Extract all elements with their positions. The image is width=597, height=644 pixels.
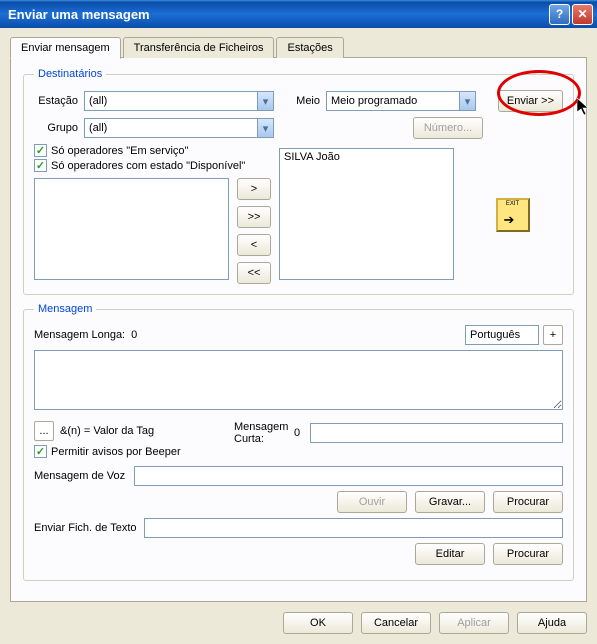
group-combo-value: (all) bbox=[85, 122, 257, 134]
help-titlebar-button[interactable]: ? bbox=[549, 4, 570, 25]
voice-message-label: Mensagem de Voz bbox=[34, 470, 134, 482]
source-listbox[interactable] bbox=[34, 178, 229, 280]
medium-combo-value: Meio programado bbox=[327, 95, 459, 107]
short-message-label: Mensagem Curta: bbox=[234, 421, 294, 445]
recipients-group: Destinatários Estação (all) ▾ Meio Meio … bbox=[23, 68, 574, 295]
record-button[interactable]: Gravar... bbox=[415, 491, 485, 513]
send-button[interactable]: Enviar >> bbox=[498, 90, 563, 112]
only-available-label: Só operadores com estado "Disponível" bbox=[51, 160, 245, 172]
destination-listbox[interactable]: SILVA João bbox=[279, 148, 454, 280]
number-button[interactable]: Número... bbox=[413, 117, 483, 139]
beeper-label: Permitir avisos por Beeper bbox=[51, 446, 181, 458]
list-item[interactable]: SILVA João bbox=[284, 151, 449, 163]
chevron-down-icon: ▾ bbox=[459, 92, 475, 110]
station-combo-value: (all) bbox=[85, 95, 257, 107]
only-in-service-checkbox[interactable]: ✓ bbox=[34, 144, 47, 157]
short-message-input[interactable] bbox=[310, 423, 563, 443]
language-combo[interactable]: Português bbox=[465, 325, 539, 345]
move-left-button[interactable]: < bbox=[237, 234, 271, 256]
help-button[interactable]: Ajuda bbox=[517, 612, 587, 634]
only-available-checkbox[interactable]: ✓ bbox=[34, 159, 47, 172]
language-value: Português bbox=[466, 329, 538, 341]
text-file-input[interactable] bbox=[144, 518, 563, 538]
browse-text-button[interactable]: Procurar bbox=[493, 543, 563, 565]
beeper-checkbox[interactable]: ✓ bbox=[34, 445, 47, 458]
apply-button[interactable]: Aplicar bbox=[439, 612, 509, 634]
group-combo[interactable]: (all) ▾ bbox=[84, 118, 274, 138]
title-bar: Enviar uma mensagem ? ✕ bbox=[0, 0, 597, 28]
move-buttons: > >> < << bbox=[237, 178, 271, 284]
move-all-right-button[interactable]: >> bbox=[237, 206, 271, 228]
station-label: Estação bbox=[34, 95, 84, 107]
listen-button[interactable]: Ouvir bbox=[337, 491, 407, 513]
edit-button[interactable]: Editar bbox=[415, 543, 485, 565]
recipients-legend: Destinatários bbox=[34, 68, 106, 80]
tag-picker-button[interactable]: ... bbox=[34, 421, 54, 441]
station-combo[interactable]: (all) ▾ bbox=[84, 91, 274, 111]
tab-stations[interactable]: Estações bbox=[276, 37, 343, 58]
add-language-button[interactable]: + bbox=[543, 325, 563, 345]
medium-label: Meio bbox=[286, 95, 326, 107]
exit-icon[interactable] bbox=[496, 198, 530, 232]
message-legend: Mensagem bbox=[34, 303, 96, 315]
chevron-down-icon: ▾ bbox=[257, 119, 273, 137]
message-group: Mensagem Mensagem Longa: 0 Português + .… bbox=[23, 303, 574, 581]
window-title: Enviar uma mensagem bbox=[8, 7, 547, 22]
chevron-down-icon: ▾ bbox=[257, 92, 273, 110]
only-in-service-label: Só operadores "Em serviço" bbox=[51, 145, 188, 157]
browse-voice-button[interactable]: Procurar bbox=[493, 491, 563, 513]
long-message-textarea[interactable] bbox=[34, 350, 563, 410]
long-message-count: 0 bbox=[131, 329, 137, 341]
tab-send-message[interactable]: Enviar mensagem bbox=[10, 37, 121, 59]
medium-combo[interactable]: Meio programado ▾ bbox=[326, 91, 476, 111]
dialog-footer: OK Cancelar Aplicar Ajuda bbox=[10, 612, 587, 634]
group-label: Grupo bbox=[34, 122, 84, 134]
ok-button[interactable]: OK bbox=[283, 612, 353, 634]
cancel-button[interactable]: Cancelar bbox=[361, 612, 431, 634]
tab-page: Destinatários Estação (all) ▾ Meio Meio … bbox=[10, 57, 587, 602]
voice-message-input[interactable] bbox=[134, 466, 563, 486]
short-message-count: 0 bbox=[294, 427, 310, 439]
tab-file-transfer[interactable]: Transferência de Ficheiros bbox=[123, 37, 275, 58]
move-right-button[interactable]: > bbox=[237, 178, 271, 200]
text-file-label: Enviar Fich. de Texto bbox=[34, 522, 144, 534]
tab-strip: Enviar mensagem Transferência de Ficheir… bbox=[10, 36, 587, 58]
long-message-label: Mensagem Longa: bbox=[34, 329, 125, 341]
move-all-left-button[interactable]: << bbox=[237, 262, 271, 284]
close-titlebar-button[interactable]: ✕ bbox=[572, 4, 593, 25]
tag-hint-label: &(n) = Valor da Tag bbox=[60, 425, 154, 437]
